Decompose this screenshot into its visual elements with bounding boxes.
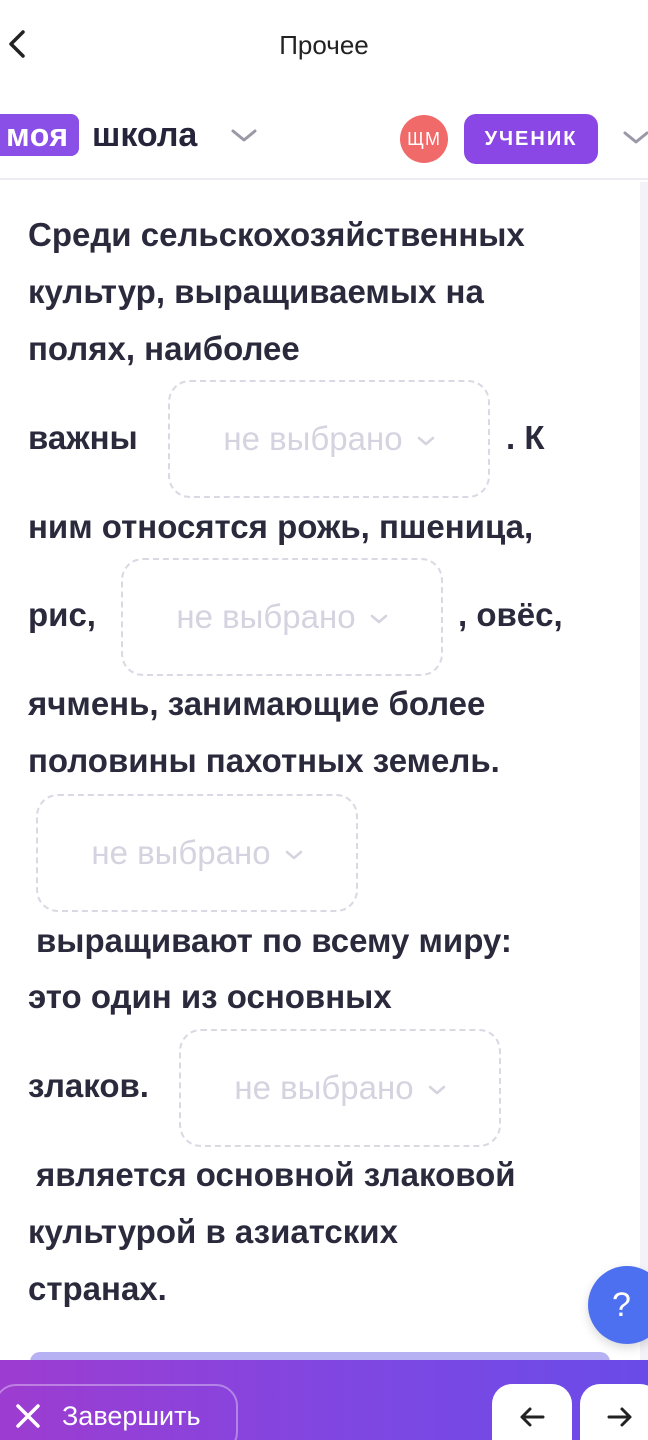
chevron-down-icon <box>417 436 434 445</box>
help-button[interactable]: ? <box>588 1266 648 1344</box>
task-line: рис, <box>28 596 96 633</box>
dropdown-value: не выбрано <box>234 1069 414 1106</box>
task-line: культурой в азиатских <box>28 1213 398 1250</box>
chevron-down-icon <box>428 1085 445 1094</box>
chevron-down-icon <box>285 850 302 859</box>
avatar[interactable]: ЩМ <box>400 115 448 163</box>
brand-bar: моя школа ЩМ УЧЕНИК <box>0 92 648 180</box>
task-line: половины пахотных земель. <box>28 742 500 779</box>
next-button[interactable] <box>580 1384 648 1440</box>
close-icon <box>16 1404 40 1428</box>
task-line: ним относятся рожь, пшеница, <box>28 508 534 545</box>
dropdown-value: не выбрано <box>91 834 271 871</box>
scrollbar[interactable] <box>640 182 648 1362</box>
arrow-left-icon <box>520 1407 545 1427</box>
task-line: . К <box>506 419 545 456</box>
answer-dropdown[interactable]: не выбрано <box>36 794 358 912</box>
top-bar: Прочее <box>0 0 648 92</box>
finish-label: Завершить <box>62 1400 201 1431</box>
arrow-right-icon <box>607 1407 632 1427</box>
answer-dropdown[interactable]: не выбрано <box>121 558 443 676</box>
task-line: ячмень, занимающие более <box>28 685 486 722</box>
task-line: является основной злаковой <box>36 1156 516 1193</box>
chevron-down-icon <box>370 614 387 623</box>
bottom-bar: Завершить <box>0 1360 648 1440</box>
task-line: культур, выращиваемых на <box>28 273 484 310</box>
task-line: выращивают по всему миру: <box>36 922 512 959</box>
page-title: Прочее <box>279 30 369 60</box>
task-line: это один из основных <box>28 978 392 1015</box>
task-line: важны <box>28 419 138 456</box>
task-line: , овёс, <box>458 596 563 633</box>
answer-dropdown[interactable]: не выбрано <box>168 380 490 498</box>
task-line: Среди сельскохозяйственных <box>28 216 525 253</box>
finish-button[interactable]: Завершить <box>0 1384 238 1440</box>
prev-button[interactable] <box>492 1384 572 1440</box>
logo-shkola: школа <box>92 116 198 154</box>
task-line: полях, наиболее <box>28 330 300 367</box>
task-line: злаков. <box>28 1067 149 1104</box>
chevron-down-icon[interactable] <box>230 128 258 144</box>
role-badge[interactable]: УЧЕНИК <box>464 114 598 164</box>
dropdown-value: не выбрано <box>176 598 356 635</box>
chevron-down-icon[interactable] <box>622 130 648 146</box>
task-line: странах. <box>28 1270 167 1307</box>
answer-dropdown[interactable]: не выбрано <box>179 1029 501 1147</box>
dropdown-value: не выбрано <box>223 420 403 457</box>
logo-moya: моя <box>0 114 79 156</box>
